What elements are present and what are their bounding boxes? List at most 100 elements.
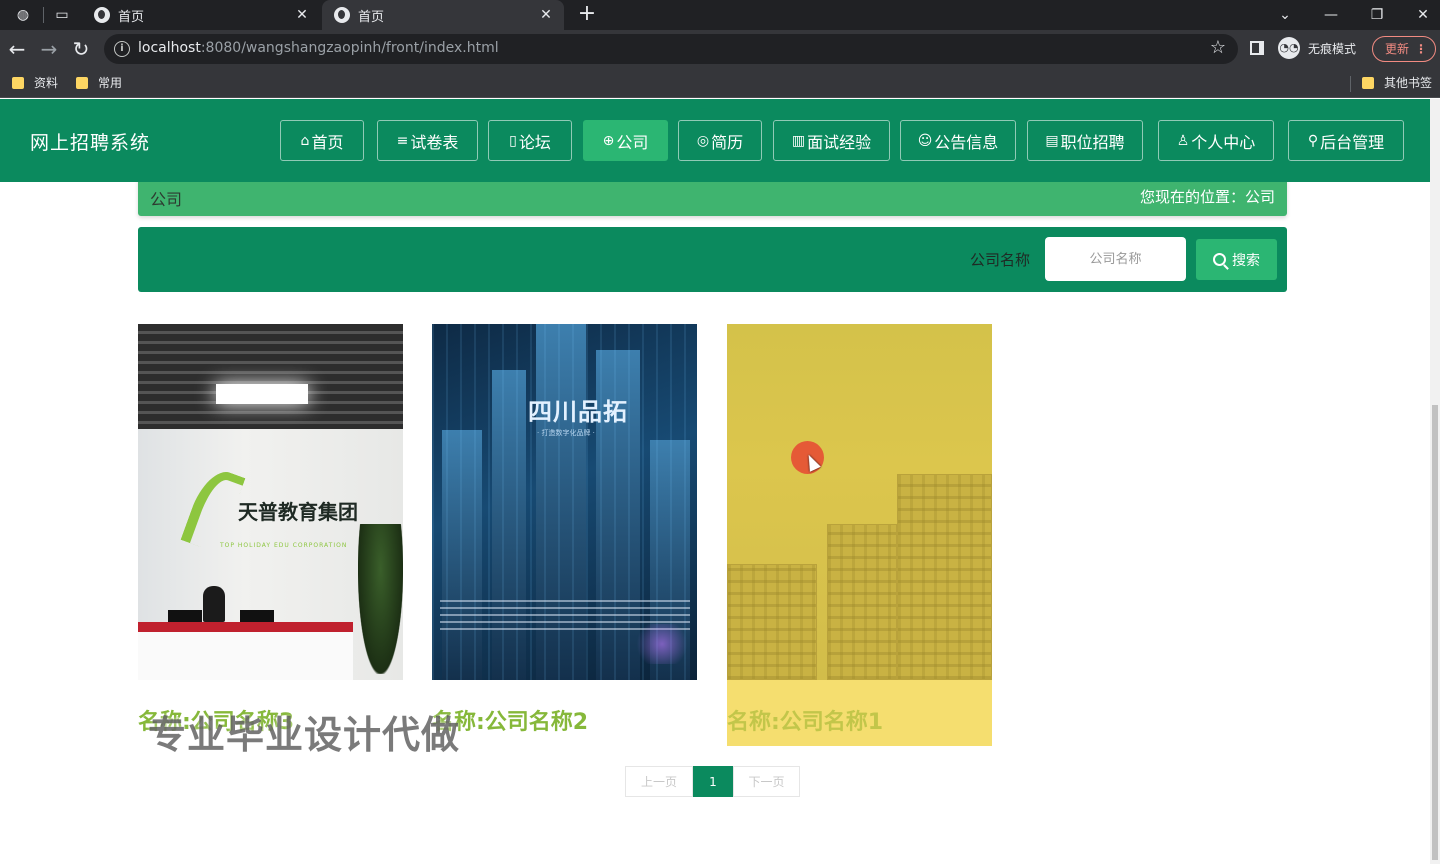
nav-profile[interactable]: ♙ 个人中心 xyxy=(1158,120,1274,161)
home-icon: ⌂ xyxy=(300,132,310,149)
windows xyxy=(728,565,816,679)
url-text[interactable]: localhost:8080/wangshangzaopinh/front/in… xyxy=(138,40,499,56)
logo-subtext: TOP HOLIDAY EDU CORPORATION xyxy=(220,542,348,549)
tab-search-icon[interactable]: ▭ xyxy=(51,4,73,26)
site-info-icon[interactable]: i xyxy=(114,41,130,57)
browser-tab-1[interactable]: 首页 ✕ xyxy=(82,0,320,30)
bookmark-star-icon[interactable]: ☆ xyxy=(1210,37,1226,58)
nav-label: 公告信息 xyxy=(934,132,999,152)
incognito-indicator[interactable]: ◔◔ 无痕模式 xyxy=(1278,37,1356,59)
bookmarks-bar: 资料 常用 其他书签 xyxy=(0,68,1440,98)
smile-icon: ☺ xyxy=(917,132,933,149)
nav-exam[interactable]: ≡ 试卷表 xyxy=(377,120,478,161)
building xyxy=(727,564,817,680)
nav-home[interactable]: ⌂ 首页 xyxy=(280,120,364,161)
nav-label: 公司 xyxy=(616,132,649,152)
nav-label: 职位招聘 xyxy=(1060,132,1125,152)
menu-dots-icon[interactable]: ⋮ xyxy=(1415,37,1427,61)
reload-icon[interactable]: ↻ xyxy=(68,36,94,62)
folder-icon xyxy=(1362,76,1374,89)
site-header: 网上招聘系统 ⌂ 首页 ≡ 试卷表 ▯ 论坛 ⊕ 公司 ◎ 简历 ▥ 面试经验 ☺ 公告信息 … xyxy=(0,99,1430,182)
brand-subtext: · 打造数字化品牌 · xyxy=(537,429,595,437)
favicon-icon xyxy=(94,7,110,23)
update-button[interactable]: 更新 ⋮ xyxy=(1372,36,1436,62)
windows xyxy=(898,475,991,679)
site-title: 网上招聘系统 xyxy=(30,132,151,154)
nav-admin[interactable]: ⚲ 后台管理 xyxy=(1288,120,1404,161)
logo-text: 天普教育集团 xyxy=(238,500,358,524)
back-icon[interactable]: ← xyxy=(4,36,30,62)
nav-label: 试卷表 xyxy=(410,132,459,152)
nav-interview[interactable]: ▥ 面试经验 xyxy=(773,120,890,161)
company-name-input[interactable] xyxy=(1045,237,1186,281)
building xyxy=(897,474,992,680)
update-label: 更新 xyxy=(1385,42,1410,56)
company-card[interactable]: 名称:公司名称1 xyxy=(727,324,992,746)
search-button[interactable]: 搜索 xyxy=(1196,239,1277,280)
browser-toolbar: ← → ↻ i localhost:8080/wangshangzaopinh/… xyxy=(0,30,1440,68)
close-icon[interactable]: ✕ xyxy=(292,7,312,23)
bookmark-divider xyxy=(1350,76,1351,92)
office-reception-photo[interactable]: 天普教育集团 TOP HOLIDAY EDU CORPORATION xyxy=(138,324,403,680)
company-name[interactable]: 名称:公司名称1 xyxy=(727,704,883,736)
bookmark-label: 常用 xyxy=(98,76,123,90)
nav-label: 首页 xyxy=(311,132,344,152)
scrollbar-thumb[interactable] xyxy=(1432,405,1438,860)
tab-title: 首页 xyxy=(118,9,145,25)
nav-jobs[interactable]: ▤ 职位招聘 xyxy=(1027,120,1143,161)
watermark-text: 专业毕业设计代做 xyxy=(148,713,461,757)
close-icon[interactable]: ✕ xyxy=(536,7,556,23)
nav-notice[interactable]: ☺ 公告信息 xyxy=(900,120,1016,161)
scrollbar[interactable] xyxy=(1430,99,1440,864)
windows xyxy=(828,525,896,679)
nav-forum[interactable]: ▯ 论坛 xyxy=(488,120,572,161)
grid-icon: ▥ xyxy=(791,132,806,149)
page-1-button[interactable]: 1 xyxy=(693,766,733,797)
minimize-icon[interactable]: — xyxy=(1308,0,1354,30)
new-tab-button[interactable]: + xyxy=(574,2,600,28)
city-skyline-photo[interactable]: 四川品拓 · 打造数字化品牌 · xyxy=(432,324,697,680)
tab-separator xyxy=(43,7,44,23)
tab-title: 首页 xyxy=(358,9,385,25)
company-card[interactable]: 天普教育集团 TOP HOLIDAY EDU CORPORATION 名称:公司… xyxy=(138,324,403,746)
building xyxy=(827,524,897,680)
palette-icon: ◎ xyxy=(696,132,710,149)
next-page-button[interactable]: 下一页 xyxy=(733,766,800,797)
plant xyxy=(358,524,403,674)
prev-page-button[interactable]: 上一页 xyxy=(625,766,693,797)
tab-list-chevron-icon[interactable]: ⌄ xyxy=(1262,0,1308,30)
campus-building-photo[interactable] xyxy=(727,324,992,680)
window-close-icon[interactable]: ✕ xyxy=(1400,0,1440,30)
folder-icon xyxy=(76,76,88,89)
bookmark-folder-2[interactable]: 常用 xyxy=(76,74,122,91)
search-button-label: 搜索 xyxy=(1232,252,1260,269)
bookmark-folder-1[interactable]: 资料 xyxy=(12,74,58,91)
address-bar[interactable]: i localhost:8080/wangshangzaopinh/front/… xyxy=(104,34,1238,64)
globe-icon: ⊕ xyxy=(602,132,615,149)
receptionist xyxy=(203,586,225,622)
user-icon: ♙ xyxy=(1176,132,1190,149)
pagination: 上一页 1 下一页 xyxy=(625,766,800,797)
nav-company[interactable]: ⊕ 公司 xyxy=(583,120,668,161)
incognito-icon: ◔◔ xyxy=(1278,37,1300,59)
forward-icon[interactable]: → xyxy=(36,36,62,62)
restore-icon[interactable]: ❐ xyxy=(1354,0,1400,30)
section-title: 公司 xyxy=(150,190,183,209)
favicon-icon xyxy=(334,7,350,23)
light-glow xyxy=(632,624,692,664)
nav-resume[interactable]: ◎ 简历 xyxy=(678,120,762,161)
search-bar: 公司名称 搜索 xyxy=(138,227,1287,292)
side-panel-icon[interactable] xyxy=(1250,41,1264,55)
url-host: localhost xyxy=(138,40,201,56)
nav-label: 简历 xyxy=(711,132,744,152)
globe-icon[interactable]: ◍ xyxy=(12,4,34,26)
company-card[interactable]: 四川品拓 · 打造数字化品牌 · 名称:公司名称2 xyxy=(432,324,697,746)
other-bookmarks[interactable]: 其他书签 xyxy=(1362,74,1432,91)
nav-label: 个人中心 xyxy=(1191,132,1256,152)
browser-tab-2[interactable]: 首页 ✕ xyxy=(322,0,564,30)
page-viewport[interactable]: 网上招聘系统 ⌂ 首页 ≡ 试卷表 ▯ 论坛 ⊕ 公司 ◎ 简历 ▥ 面试经验 ☺ 公告信息 … xyxy=(0,99,1440,864)
search-icon xyxy=(1213,253,1226,266)
url-path: :8080/wangshangzaopinh/front/index.html xyxy=(200,40,499,56)
form-icon: ▤ xyxy=(1045,132,1059,149)
bookmark-label: 资料 xyxy=(34,76,59,90)
